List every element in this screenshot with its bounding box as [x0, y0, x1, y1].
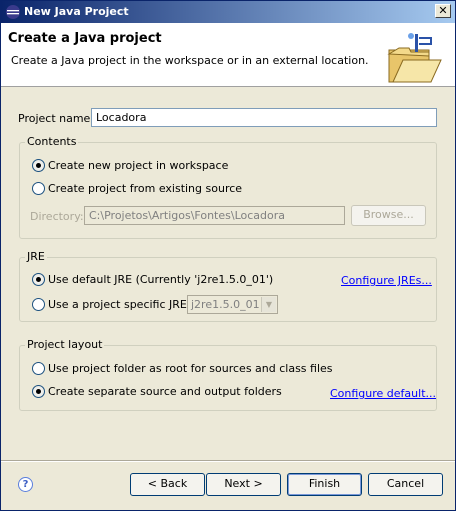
separate-folders-label[interactable]: Create separate source and output folder…	[48, 385, 282, 398]
directory-input[interactable]: C:\Projetos\Artigos\Fontes\Locadora	[84, 206, 345, 225]
cancel-button[interactable]: Cancel	[368, 473, 443, 496]
use-default-jre-label[interactable]: Use default JRE (Currently 'j2re1.5.0_01…	[48, 273, 273, 286]
use-specific-jre-radio[interactable]	[32, 298, 45, 311]
project-layout-group: Project layout	[19, 338, 437, 411]
directory-label: Directory:	[30, 210, 84, 223]
use-specific-jre-label[interactable]: Use a project specific JRE:	[48, 298, 191, 311]
page-title: Create a Java project	[8, 31, 162, 46]
create-from-existing-radio[interactable]	[32, 182, 45, 195]
jre-select-value: j2re1.5.0_01	[191, 298, 260, 311]
close-button[interactable]: ✕	[435, 4, 451, 18]
configure-jres-link[interactable]: Configure JREs...	[341, 274, 432, 287]
window-title: New Java Project	[24, 5, 129, 18]
use-default-jre-radio[interactable]	[32, 273, 45, 286]
use-folder-as-root-radio[interactable]	[32, 362, 45, 375]
finish-button[interactable]: Finish	[287, 473, 362, 496]
chevron-down-icon: ▼	[261, 297, 276, 312]
wizard-header: Create a Java project Create a Java proj…	[1, 23, 455, 87]
back-button[interactable]: < Back	[130, 473, 205, 496]
use-folder-as-root-label[interactable]: Use project folder as root for sources a…	[48, 362, 333, 375]
separate-folders-radio[interactable]	[32, 385, 45, 398]
next-button[interactable]: Next >	[206, 473, 281, 496]
jre-group-title: JRE	[25, 250, 47, 263]
browse-button[interactable]: Browse...	[351, 205, 426, 226]
project-name-input[interactable]: Locadora	[91, 108, 437, 127]
create-from-existing-label[interactable]: Create project from existing source	[48, 182, 242, 195]
title-bar[interactable]: New Java Project ✕	[1, 1, 455, 23]
project-layout-group-title: Project layout	[25, 338, 105, 351]
help-icon[interactable]: ?	[18, 477, 33, 492]
create-new-project-label[interactable]: Create new project in workspace	[48, 159, 228, 172]
configure-default-link[interactable]: Configure default...	[330, 387, 436, 400]
button-bar-separator	[1, 460, 455, 462]
eclipse-icon	[6, 5, 20, 19]
jre-select[interactable]: j2re1.5.0_01 ▼	[187, 295, 278, 314]
contents-group-title: Contents	[25, 135, 79, 148]
new-java-project-window: New Java Project ✕ Create a Java project…	[0, 0, 456, 511]
project-name-label: Project name:	[18, 112, 95, 125]
create-new-project-radio[interactable]	[32, 159, 45, 172]
page-description: Create a Java project in the workspace o…	[11, 54, 369, 67]
new-project-folder-icon	[387, 33, 442, 83]
